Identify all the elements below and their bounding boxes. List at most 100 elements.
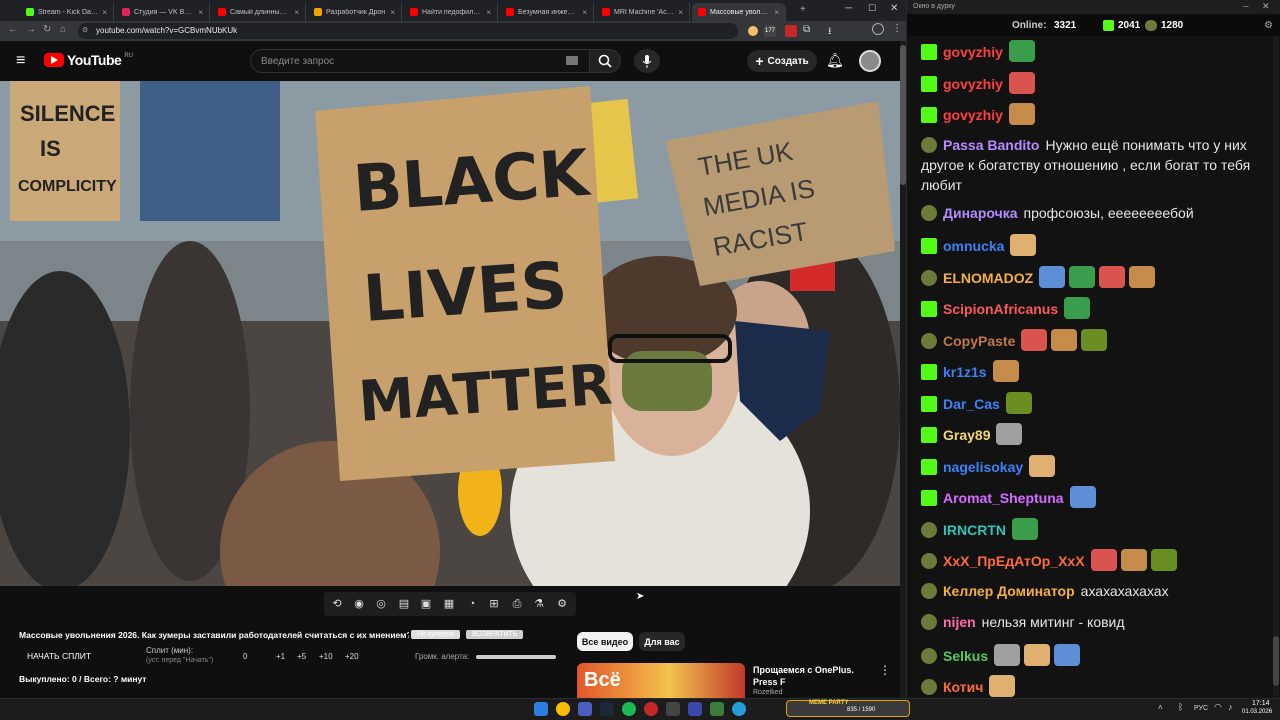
add-marker-icon[interactable]: ⊞ [486, 596, 502, 612]
new-tab-button[interactable]: + [800, 4, 806, 15]
chat-username[interactable]: Selkus [943, 648, 988, 664]
chat-username[interactable]: govyzhiy [943, 107, 1003, 123]
profile-icon[interactable] [872, 23, 884, 35]
browser-tab[interactable]: Разработчик Дрон × [308, 3, 402, 21]
split-value-5[interactable]: +5 [297, 652, 306, 661]
speed-icon[interactable]: ◔ [464, 596, 480, 612]
hamburger-menu-icon[interactable]: ≡ [16, 52, 25, 70]
frame-icon[interactable]: ▦ [441, 596, 457, 612]
volume-icon[interactable]: ♪ [1228, 702, 1233, 712]
obs-icon[interactable] [644, 702, 658, 716]
tab-close-icon[interactable]: × [486, 8, 491, 17]
split-value-0[interactable]: 0 [243, 652, 247, 661]
wifi-icon[interactable]: ◠ [1214, 702, 1222, 713]
language-indicator[interactable]: РУС [1194, 705, 1208, 712]
broadcast-icon[interactable]: ◉ [351, 596, 367, 612]
alert-volume-slider[interactable] [476, 655, 556, 659]
search-input[interactable]: Введите запрос [250, 49, 590, 73]
chrome-icon[interactable] [556, 702, 570, 716]
chat-username[interactable]: IRNCRTN [943, 522, 1006, 538]
back-icon[interactable]: ← [8, 24, 18, 35]
more-options-icon[interactable]: ⋮ [879, 663, 891, 677]
eye-icon[interactable]: ◎ [373, 596, 389, 612]
chat-settings-icon[interactable]: ⚙ [1264, 20, 1273, 31]
avatar[interactable] [859, 50, 881, 72]
app-icon[interactable] [666, 702, 680, 716]
browser-tab[interactable]: Студия — VK Видео Live × [116, 3, 210, 21]
settings-gear-icon[interactable]: ⚙ [554, 596, 570, 612]
chat-username[interactable]: CopyPaste [943, 333, 1015, 349]
tab-close-icon[interactable]: × [582, 8, 587, 17]
extensions-puzzle-icon[interactable]: ⧉ [803, 24, 810, 35]
chat-username[interactable]: govyzhiy [943, 76, 1003, 92]
terminal-icon[interactable] [710, 702, 724, 716]
chat-username[interactable]: Динарочка [943, 205, 1018, 221]
chat-username[interactable]: kr1z1s [943, 364, 987, 380]
bluetooth-icon[interactable]: ᛒ [1178, 702, 1183, 712]
chat-username[interactable]: Aromat_Sheptuna [943, 490, 1064, 506]
filter-all-videos[interactable]: Все видео [577, 632, 633, 651]
browser-tab[interactable]: MRI Machine 'Accident' × [596, 3, 690, 21]
chat-username[interactable]: govyzhiy [943, 44, 1003, 60]
chat-username[interactable]: Gray89 [943, 427, 990, 443]
discord-icon[interactable] [578, 702, 592, 716]
telegram-icon[interactable] [732, 702, 746, 716]
tray-chevron-icon[interactable]: ˄ [1158, 703, 1163, 712]
chat-username[interactable]: Passa Bandito [943, 137, 1039, 153]
split-value-10[interactable]: +10 [319, 652, 333, 661]
tab-close-icon[interactable]: × [390, 8, 395, 17]
reload-icon[interactable]: ↻ [43, 24, 51, 35]
chat-username[interactable]: Келлер Доминатор [943, 583, 1075, 599]
flask-icon[interactable]: ⚗ [531, 596, 547, 612]
chat-username[interactable]: nagelisokay [943, 459, 1023, 475]
recommended-channel[interactable]: Rozetked [753, 689, 783, 696]
loop-icon[interactable]: ⟲ [329, 596, 345, 612]
url-field[interactable]: youtube.com/watch?v=GCBvmNUbKUk [78, 23, 738, 39]
extension-badge-icon[interactable]: 177 [764, 25, 776, 37]
start-menu-icon[interactable] [534, 702, 548, 716]
extension-red-icon[interactable] [785, 25, 797, 37]
youtube-logo[interactable]: YouTube RU [44, 52, 133, 68]
tab-close-icon[interactable]: × [774, 8, 779, 17]
notifications-bell-icon[interactable]: 🔔︎ [826, 52, 844, 69]
extension-icon[interactable] [748, 26, 758, 36]
chat-minimize-button[interactable]: ─ [1243, 2, 1249, 11]
spotify-icon[interactable] [622, 702, 636, 716]
chat-username[interactable]: Котич [943, 679, 983, 695]
recommended-thumbnail[interactable]: Всё [577, 663, 745, 698]
clock-date[interactable]: 01.03.2026 [1242, 709, 1272, 715]
start-split-button[interactable]: НАЧАТЬ СПЛИТ [27, 651, 91, 661]
chat-username[interactable]: ELNOMADOZ [943, 270, 1033, 286]
media-player-icon[interactable] [688, 702, 702, 716]
create-button[interactable]: + Создать [747, 50, 817, 72]
clapper-icon[interactable]: ▤ [396, 596, 412, 612]
tab-close-icon[interactable]: × [294, 8, 299, 17]
close-window-button[interactable]: ✕ [890, 3, 898, 14]
steam-icon[interactable] [600, 702, 614, 716]
home-icon[interactable]: ⌂ [60, 24, 66, 35]
browser-tab[interactable]: Массовые увольнения × [692, 3, 786, 21]
chat-username[interactable]: nijen [943, 614, 976, 630]
chat-username[interactable]: omnucka [943, 238, 1004, 254]
video-player[interactable]: SILENCE IS COMPLICITY THE UK MEDIA IS RA… [0, 81, 900, 586]
meme-party-widget[interactable]: MEME PARTY 835 / 1590 [786, 700, 910, 717]
voice-search-button[interactable] [634, 49, 660, 73]
tab-close-icon[interactable]: × [678, 8, 683, 17]
minimize-button[interactable]: ─ [845, 3, 852, 14]
download-icon[interactable]: ⭳ [828, 24, 832, 41]
forward-icon[interactable]: → [26, 24, 36, 35]
return-button[interactable]: ВОЗВРАТИТЬ [466, 630, 524, 639]
browser-tab[interactable]: Самый длинный нос × [212, 3, 306, 21]
browser-tab[interactable]: Найти педофила по × [404, 3, 498, 21]
clock-time[interactable]: 17:14 [1252, 700, 1270, 707]
keyboard-icon[interactable] [566, 56, 578, 65]
menu-dots-icon[interactable]: ⋮ [892, 23, 902, 34]
filter-for-you[interactable]: Для вас [639, 632, 685, 651]
camera-icon[interactable]: ⎙ [509, 596, 525, 612]
site-info-icon[interactable]: ⚙ [82, 26, 88, 34]
tab-close-icon[interactable]: × [198, 8, 203, 17]
split-value-1[interactable]: +1 [276, 652, 285, 661]
split-value-20[interactable]: +20 [345, 652, 359, 661]
recommended-title[interactable]: Прощаемся с OnePlus. Press F [753, 664, 877, 688]
picture-in-picture-icon[interactable]: ▣ [418, 596, 434, 612]
